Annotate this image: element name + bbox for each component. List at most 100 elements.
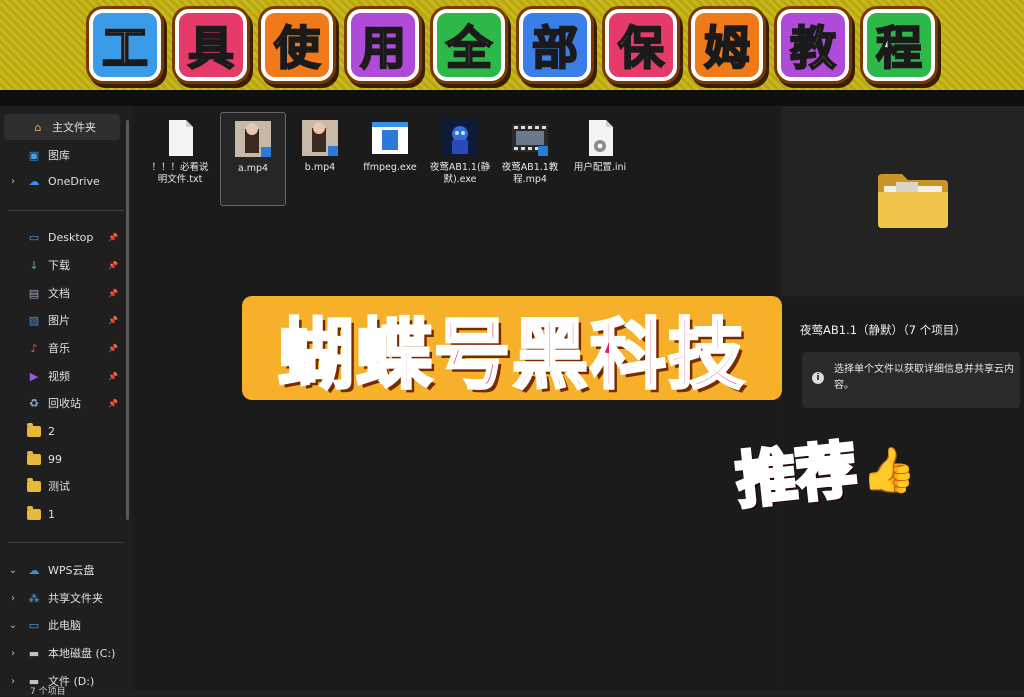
sidebar-item-cloud[interactable]: › ☁ OneDrive: [0, 168, 124, 194]
status-bar: [0, 690, 1024, 696]
expand-chevron-icon[interactable]: ⌄: [6, 565, 20, 576]
sidebar-item-label: 99: [48, 452, 62, 466]
sidebar-item-label: 1: [48, 507, 55, 521]
expand-chevron-icon[interactable]: ›: [6, 593, 20, 604]
recycle-bin-icon: ♻: [29, 396, 39, 410]
banner-char: 部: [519, 9, 591, 81]
pin-icon: 📌: [108, 398, 118, 408]
sidebar-item-shared-folder[interactable]: › ⁂ 共享文件夹: [0, 585, 124, 611]
wps-cloud-icon: ☁: [28, 563, 40, 577]
banner-char: 使: [261, 9, 333, 81]
download-icon: ↓: [29, 258, 39, 272]
file-item[interactable]: 用户配置.ini: [568, 112, 632, 204]
banner-char: 姆: [691, 9, 763, 81]
file-item[interactable]: ！！！必看说明文件.txt: [148, 112, 212, 204]
sidebar-item-video[interactable]: ▶ 视频 📌: [0, 363, 124, 389]
sidebar-item-wps-cloud[interactable]: ⌄ ☁ WPS云盘: [0, 557, 124, 583]
banner-char: 全: [433, 9, 505, 81]
banner-char: 工: [89, 9, 161, 81]
file-item[interactable]: b.mp4: [288, 112, 352, 204]
sidebar-item-computer[interactable]: ⌄ ▭ 此电脑: [0, 612, 124, 638]
details-info-text: 选择单个文件以获取详细信息并共享云内容。: [834, 364, 1014, 391]
expand-chevron-icon[interactable]: ›: [6, 648, 20, 659]
sidebar-item-folder[interactable]: 99: [0, 446, 124, 472]
expand-chevron-icon[interactable]: ⌄: [6, 620, 20, 631]
sidebar-item-music[interactable]: ♪ 音乐 📌: [0, 335, 124, 361]
video-icon: ▶: [29, 369, 39, 383]
banner-char: 教: [777, 9, 849, 81]
file-name: 用户配置.ini: [573, 162, 627, 173]
sidebar-divider: [8, 542, 124, 543]
sidebar-item-label: 本地磁盘 (C:): [48, 647, 116, 660]
sidebar-divider: [8, 210, 124, 211]
toolbar-strip: [0, 90, 1024, 106]
thumbs-up-icon: 👍: [861, 445, 917, 496]
sidebar-item-picture[interactable]: ▨ 图片 📌: [0, 307, 124, 333]
sidebar-item-label: 此电脑: [48, 619, 81, 632]
file-item[interactable]: 夜莺AB1.1教程.mp4: [498, 112, 562, 204]
sidebar-item-drive[interactable]: › ▬ 本地磁盘 (C:): [0, 640, 124, 666]
text-file-icon: [160, 118, 200, 158]
file-name: ！！！必看说明文件.txt: [151, 162, 209, 185]
sidebar-item-label: 共享文件夹: [48, 592, 103, 605]
ini-file-icon: [580, 118, 620, 158]
drive-icon: ▬: [28, 646, 40, 660]
file-name: a.mp4: [237, 163, 269, 174]
preview-pane: [782, 106, 1024, 296]
folder-icon: [26, 505, 42, 521]
sidebar-item-label: OneDrive: [48, 174, 100, 188]
shared-folder-icon: ⁂: [28, 591, 40, 605]
cloud-icon: ☁: [28, 174, 40, 188]
status-item-count: 7 个项目: [30, 687, 66, 697]
pin-icon: 📌: [108, 343, 118, 353]
sidebar-item-folder[interactable]: 2: [0, 418, 124, 444]
file-name: 夜莺AB1.1(静默).exe: [429, 162, 491, 185]
file-name: 夜莺AB1.1教程.mp4: [501, 162, 559, 185]
headline-overlay: 蝴蝶号黑科技: [242, 296, 782, 401]
music-icon: ♪: [30, 341, 38, 355]
file-item[interactable]: ffmpeg.exe: [358, 112, 422, 204]
banner-char: 保: [605, 9, 677, 81]
pin-icon: 📌: [108, 315, 118, 325]
title-banner: 工具使用全部保姆教程: [0, 0, 1024, 90]
expand-chevron-icon[interactable]: ›: [6, 176, 20, 187]
sidebar-item-desktop[interactable]: ▭ Desktop 📌: [0, 224, 124, 250]
robot-exe-icon: [440, 118, 480, 158]
sidebar-item-label: WPS云盘: [48, 564, 95, 577]
sidebar-item-label: 2: [48, 424, 55, 438]
sidebar-item-label: 回收站: [48, 397, 81, 410]
sidebar-item-label: 视频: [48, 370, 70, 383]
sidebar-item-recycle-bin[interactable]: ♻ 回收站 📌: [0, 390, 124, 416]
info-icon: i: [812, 372, 824, 384]
file-item[interactable]: 夜莺AB1.1(静默).exe: [428, 112, 492, 204]
details-info-box: i 选择单个文件以获取详细信息并共享云内容。: [802, 352, 1020, 408]
folder-preview-icon: [878, 174, 948, 228]
pin-icon: 📌: [108, 371, 118, 381]
sidebar-item-label: 下载: [48, 259, 70, 272]
recommend-text: 推荐: [731, 432, 862, 518]
sidebar-item-gallery[interactable]: ▣ 图库: [0, 142, 124, 168]
exe-icon: [370, 118, 410, 158]
sidebar-item-home[interactable]: ⌂ 主文件夹: [4, 114, 120, 140]
banner-char: 程: [863, 9, 935, 81]
gallery-icon: ▣: [28, 148, 40, 162]
banner-title: 工具使用全部保姆教程: [89, 9, 935, 81]
sidebar-item-folder[interactable]: 测试: [0, 473, 124, 499]
sidebar-item-document[interactable]: ▤ 文档 📌: [0, 280, 124, 306]
sidebar-item-download[interactable]: ↓ 下载 📌: [0, 252, 124, 278]
folder-icon: [26, 477, 42, 493]
sidebar-item-folder[interactable]: 1: [0, 501, 124, 527]
video-thumb-icon: [233, 119, 273, 159]
document-icon: ▤: [28, 286, 40, 300]
sidebar-item-label: 文档: [48, 287, 70, 300]
file-item[interactable]: a.mp4: [220, 112, 286, 206]
banner-char: 具: [175, 9, 247, 81]
pin-icon: 📌: [108, 288, 118, 298]
pin-icon: 📌: [108, 260, 118, 270]
sidebar-scrollbar[interactable]: [126, 120, 129, 520]
home-icon: ⌂: [34, 120, 42, 134]
recommend-sticker: 推荐 👍: [706, 418, 946, 522]
expand-chevron-icon[interactable]: ›: [6, 676, 20, 687]
picture-icon: ▨: [28, 313, 40, 327]
sidebar-item-label: 图片: [48, 314, 70, 327]
